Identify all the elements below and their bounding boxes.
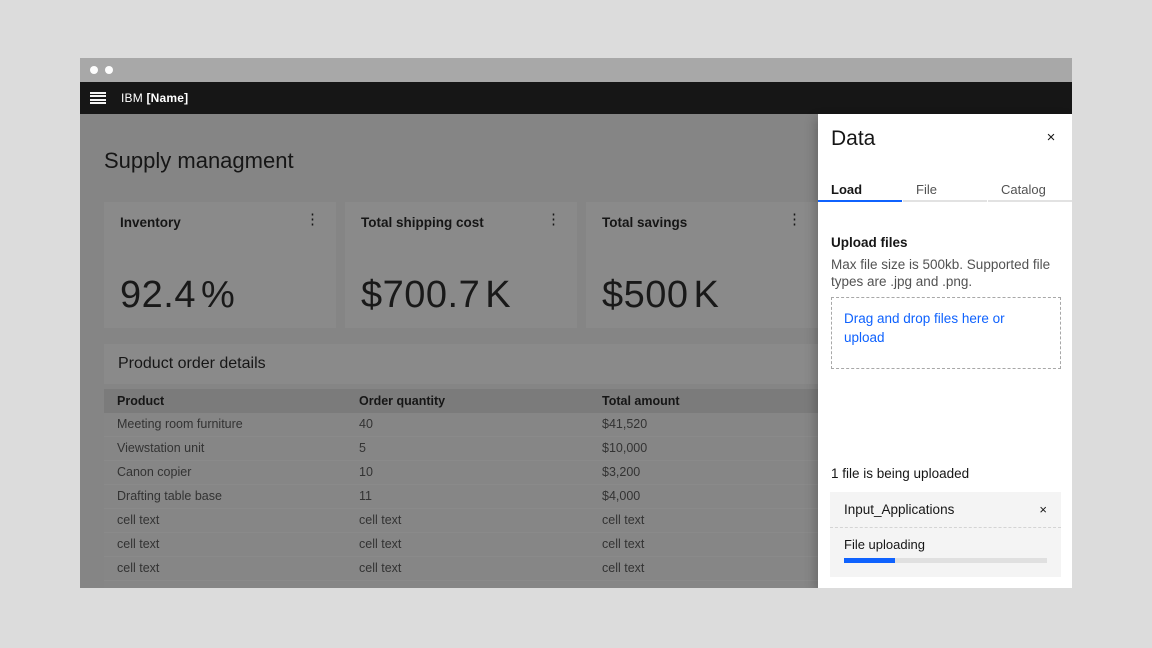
file-name: Input_Applications xyxy=(844,502,954,517)
file-item-header: Input_Applications × xyxy=(830,492,1061,528)
drag-drop-upload-link[interactable]: Drag and drop files here or upload xyxy=(844,309,1026,347)
close-icon[interactable]: × xyxy=(1038,124,1064,150)
cancel-upload-icon[interactable]: × xyxy=(1039,502,1047,517)
browser-window: IBM [Name] Supply managment Inventory ⋮ … xyxy=(80,58,1072,588)
data-side-panel: Data × Load File Catalog Upload files Ma… xyxy=(818,114,1072,588)
window-control-dot[interactable] xyxy=(90,66,98,74)
file-dropzone[interactable]: Drag and drop files here or upload xyxy=(831,297,1061,369)
uploading-file-item: Input_Applications × File uploading xyxy=(830,492,1061,577)
browser-chrome xyxy=(80,58,1072,82)
upload-files-description: Max file size is 500kb. Supported file t… xyxy=(831,256,1063,290)
brand-ibm: IBM xyxy=(121,91,143,105)
upload-files-heading: Upload files xyxy=(831,235,1061,250)
header-brand: IBM [Name] xyxy=(121,91,188,105)
tab-load[interactable]: Load xyxy=(818,178,902,202)
upload-status-text: 1 file is being uploaded xyxy=(831,466,969,481)
panel-body: Upload files Max file size is 500kb. Sup… xyxy=(831,202,1061,369)
panel-title: Data xyxy=(831,127,875,151)
file-upload-state-label: File uploading xyxy=(844,537,1047,552)
upload-progress-bar xyxy=(844,558,1047,563)
tab-catalog[interactable]: Catalog xyxy=(988,178,1072,202)
menu-icon[interactable] xyxy=(90,92,106,104)
app-header: IBM [Name] xyxy=(80,82,1072,114)
panel-tabs: Load File Catalog xyxy=(818,178,1072,202)
brand-app-name: [Name] xyxy=(146,91,188,105)
window-control-dot[interactable] xyxy=(105,66,113,74)
tab-file[interactable]: File xyxy=(903,178,987,202)
upload-progress-fill xyxy=(844,558,895,563)
